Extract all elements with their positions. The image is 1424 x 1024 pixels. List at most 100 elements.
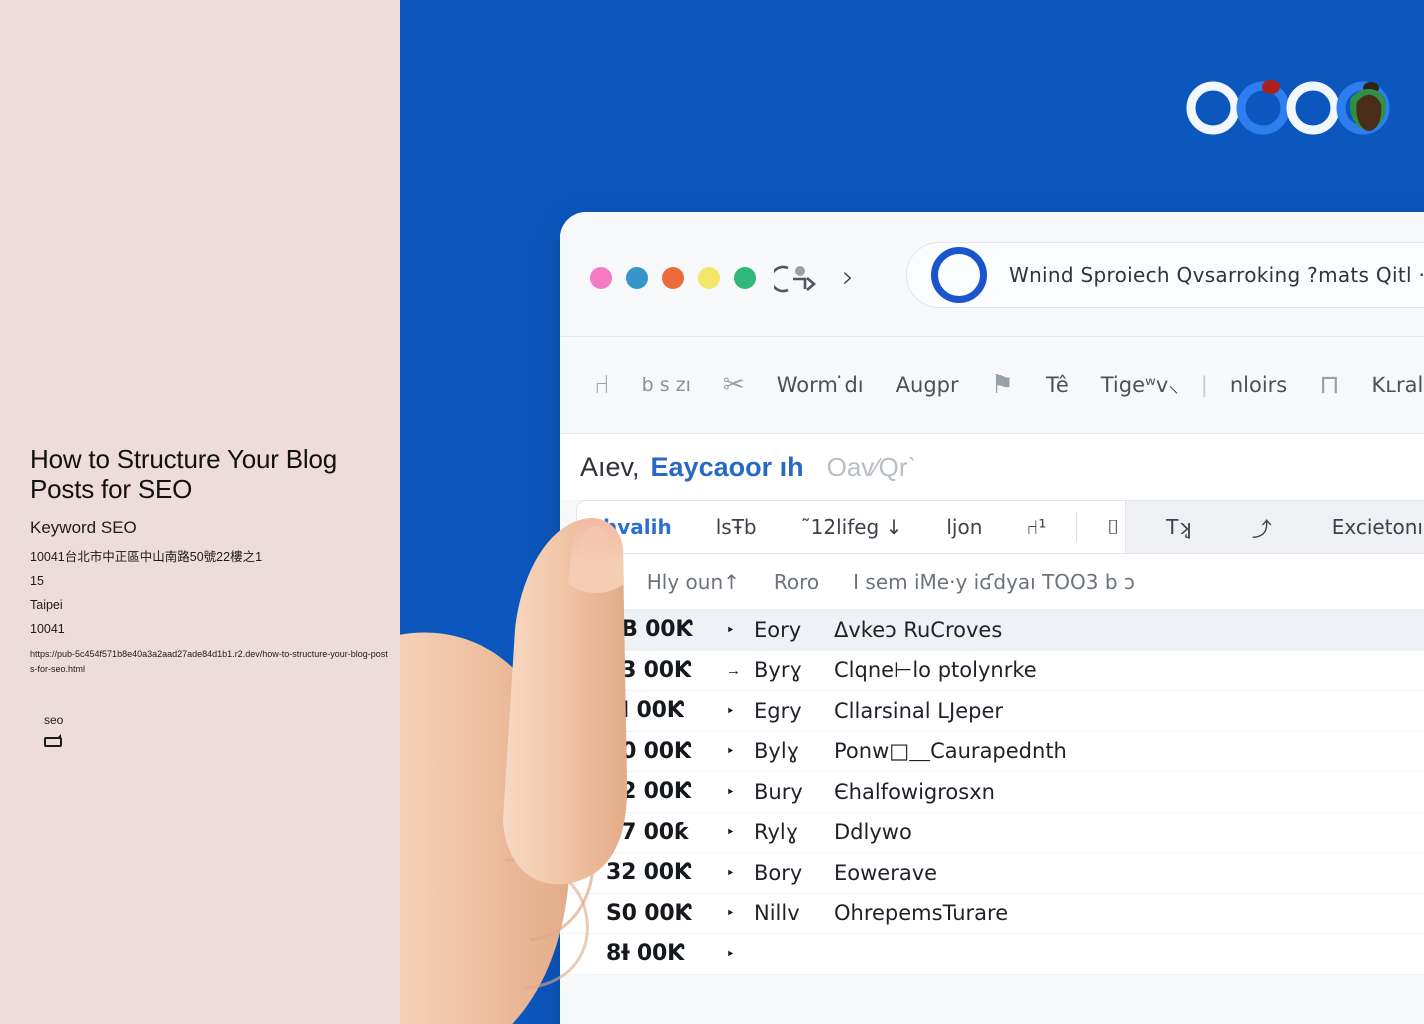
cell-volume: S0 00Ƙ	[606, 900, 692, 926]
trend-arrow-icon: ‣	[726, 783, 735, 801]
table-row[interactable]: 80 00Ƙ ‣ Bylɣ Ponw□⸏Caurapednth	[560, 732, 1424, 772]
cell-keyword: Ponw□⸏Caurapednth	[834, 739, 1067, 764]
page-subtitle: Keyword SEO	[30, 518, 137, 537]
dot-green[interactable]	[734, 267, 756, 289]
table-row[interactable]: 17 00ƙ ‣ Rylɣ Ddlywo	[560, 813, 1424, 853]
column-sort-icon[interactable]: ↧	[596, 570, 647, 594]
headline-highlight: Eaycaoor ıh	[650, 451, 804, 482]
cell-difficulty: Egry	[754, 698, 802, 723]
table-row[interactable]: 32 00Ƙ ‣ Bory Eowerave	[560, 853, 1424, 894]
cell-volume: 8I 00Ƙ	[606, 698, 684, 724]
results-table: 6B 00Ƙ ‣ Eory Δvkeɔ RuCroves 13 00Ƙ → Byrɣ Clqn…	[560, 610, 1424, 975]
page-title: How to Structure Your Blog Posts for SEO	[30, 444, 337, 504]
cell-keyword: Clqne⊢lo ptolynrke	[834, 658, 1037, 683]
toolbar-item-b-s-zi[interactable]: b s zı	[626, 374, 707, 396]
dot-orange[interactable]	[662, 267, 684, 289]
trend-arrow-icon: →	[726, 661, 741, 679]
filter-cart-icon[interactable]: ⑁¹	[1004, 515, 1068, 539]
filter-item-tlz[interactable]: Tʞ̨	[1144, 515, 1214, 539]
table-row[interactable]: 8I 00Ƙ ‣ Egry Cllarsinal LJeper	[560, 691, 1424, 732]
headline-muted: Oav∕Qrˋ	[826, 451, 917, 482]
cell-difficulty: Bory	[754, 860, 803, 885]
toolbar-item-augpr[interactable]: Augpr	[880, 373, 975, 397]
toolbar-item-nloirs[interactable]: nloirs	[1214, 373, 1303, 397]
cell-volume: 13 00Ƙ	[606, 657, 691, 683]
cell-keyword: OhrepemsTurare	[834, 901, 1009, 926]
column-difficulty[interactable]: Roro	[774, 570, 853, 594]
brand-logo	[1186, 80, 1390, 135]
meta-floor: 15	[30, 574, 44, 588]
table-column-header: ↧ Hly oun↑ Roro I sem iMe·y iʛdyaı TOO3 b ɔ	[560, 554, 1424, 610]
browser-window: › Wnind Sproiech Qvsarroking ?mats Qitl …	[560, 212, 1424, 1024]
filter-divider	[1076, 512, 1078, 542]
cell-volume: 17 00ƙ	[606, 819, 689, 845]
cell-volume: 8Ɨ 00Ƙ	[606, 941, 684, 967]
filter-bar-right-group: Tʞ̨⤴Excietonı⤵	[1125, 501, 1424, 553]
toolbar-home-icon[interactable]: ⑁	[578, 370, 626, 400]
cell-keyword: Єhalfowigrosxn	[834, 779, 995, 804]
tag-icon	[44, 734, 62, 747]
cell-difficulty: Bury	[754, 779, 803, 804]
filter-item-lstb[interactable]: lsŦb	[694, 515, 779, 539]
forward-nav-button[interactable]: ›	[842, 263, 854, 293]
tag-label[interactable]: seo	[44, 713, 390, 727]
cell-difficulty: Rylɣ	[754, 820, 799, 845]
trend-arrow-icon: ‣	[726, 743, 735, 761]
export-button[interactable]: Excietonı	[1310, 515, 1424, 539]
filter-item-ljon[interactable]: ljon	[924, 515, 1004, 539]
toolbar-item-tigev[interactable]: Tigeʷv⸜	[1085, 371, 1195, 399]
trend-arrow-icon: ‣	[726, 864, 735, 882]
table-row[interactable]: S0 00Ƙ ‣ Nillᴠ OhrepemsTurare	[560, 894, 1424, 934]
browser-toolbar: ⑁ b s zı ✂ Worm ̇dı Augpr ⚑ Tê Tigeʷv⸜ | nloirs ⊓ K…	[560, 337, 1424, 434]
address-bar-text: Wnind Sproiech Qvsarroking ?mats Qitl ··	[1009, 263, 1424, 287]
table-row[interactable]: 8Ɨ 00Ƙ ‣	[560, 934, 1424, 975]
trend-arrow-icon: ‣	[726, 702, 735, 720]
toolbar-scissors-icon[interactable]: ✂	[707, 370, 761, 400]
filter-dropdown-12lifeg[interactable]: ˜12lifeg ↓	[779, 515, 925, 539]
content-headline: Aıev, Eaycaoor ıh Oav∕Qrˋ	[560, 434, 1424, 500]
column-keyword[interactable]: I sem iMe·y iʛdyaı TOO3 b ɔ	[853, 570, 1169, 594]
page-url[interactable]: https://pub-5c454f571b8e40a3a2aad27ade84…	[30, 647, 390, 677]
cell-difficulty: Eory	[754, 617, 802, 642]
toolbar-item-te[interactable]: Tê	[1030, 373, 1085, 397]
cell-keyword: Cllarsinal LJeper	[834, 698, 1003, 723]
cell-difficulty: Bylɣ	[754, 739, 800, 764]
toolbar-bracket-icon[interactable]: ⊓	[1303, 370, 1355, 400]
filter-tab-active[interactable]: hvalih	[603, 515, 694, 539]
cell-volume: 32 00Ƙ	[606, 779, 691, 805]
left-info-panel: How to Structure Your Blog Posts for SEO…	[0, 0, 400, 1024]
cell-volume: 80 00Ƙ	[606, 738, 691, 764]
trend-arrow-icon: ‣	[726, 621, 735, 639]
export-icon[interactable]: ⤴	[1230, 513, 1294, 542]
column-volume[interactable]: Hly oun↑	[647, 570, 774, 594]
toolbar-item-worm[interactable]: Worm ̇dı	[761, 373, 880, 397]
meta-postcode: 10041	[30, 622, 65, 636]
cell-volume: 32 00Ƙ	[606, 860, 691, 886]
back-nav-icon[interactable]	[774, 262, 820, 296]
cell-keyword: Ddlywo	[834, 820, 912, 845]
browser-chrome: › Wnind Sproiech Qvsarroking ?mats Qitl …	[560, 212, 1424, 337]
table-row[interactable]: 13 00Ƙ → Byrɣ Clqne⊢lo ptolynrke	[560, 651, 1424, 691]
tag-block: seo	[30, 713, 390, 747]
trend-arrow-icon: ‣	[726, 824, 735, 842]
cell-difficulty: Byrɣ	[754, 658, 802, 683]
table-row[interactable]: 6B 00Ƙ ‣ Eory Δvkeɔ RuCroves	[560, 610, 1424, 651]
window-controls	[590, 267, 756, 289]
dot-yellow[interactable]	[698, 267, 720, 289]
trend-arrow-icon: ‣	[726, 945, 735, 963]
dot-blue[interactable]	[626, 267, 648, 289]
cell-keyword: Eowerave	[834, 860, 938, 885]
dot-pink[interactable]	[590, 267, 612, 289]
cell-volume: 6B 00Ƙ	[606, 617, 693, 643]
toolbar-flag-icon[interactable]: ⚑	[975, 370, 1030, 400]
headline-prefix: Aıev,	[580, 451, 640, 482]
address-bar[interactable]: Wnind Sproiech Qvsarroking ?mats Qitl ··	[906, 242, 1424, 308]
table-row[interactable]: 32 00Ƙ ‣ Bury Єhalfowigrosxn	[560, 772, 1424, 813]
cell-keyword: Δvkeɔ RuCroves	[834, 617, 1003, 642]
toolbar-item-kural[interactable]: Kʟral	[1356, 373, 1424, 397]
meta-address: 10041台北市中正區中山南路50號22樓之1	[30, 550, 263, 564]
blue-stage: › Wnind Sproiech Qvsarroking ?mats Qitl …	[400, 0, 1424, 1024]
toolbar-separator[interactable]: |	[1195, 373, 1214, 397]
circle-indicator-icon	[931, 247, 987, 303]
meta-city: Taipei	[30, 598, 63, 612]
